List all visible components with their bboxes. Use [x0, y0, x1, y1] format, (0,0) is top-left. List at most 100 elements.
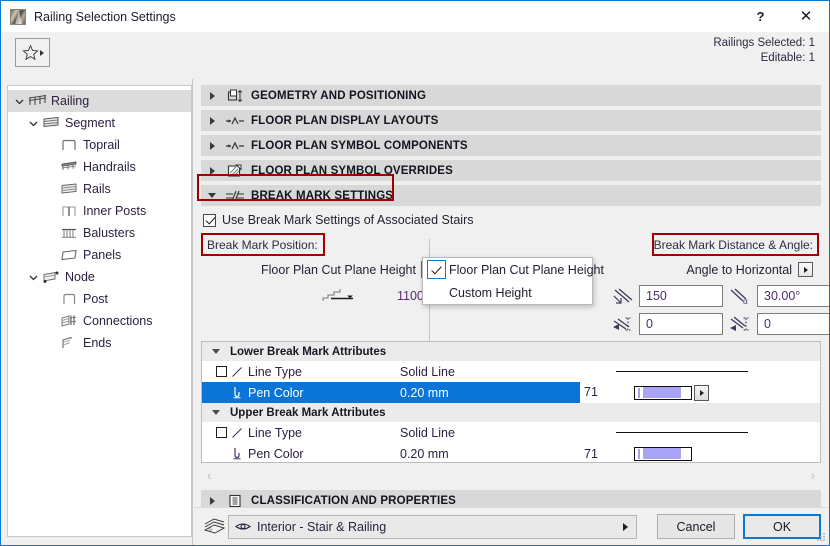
toprail-icon — [58, 138, 80, 152]
triangle-down-icon[interactable] — [202, 349, 230, 354]
dropdown-option-floor-plan-cut-plane-height[interactable]: Floor Plan Cut Plane Height — [423, 258, 604, 281]
chevron-down-icon[interactable] — [26, 116, 40, 130]
triangle-right-icon[interactable] — [201, 91, 223, 100]
cut-plane-height-value: 1100 — [397, 289, 424, 303]
break-mark-icon — [223, 190, 247, 202]
panel-header-label: FLOOR PLAN DISPLAY LAYOUTS — [251, 114, 439, 127]
triangle-right-icon[interactable] — [623, 522, 628, 531]
cancel-label: Cancel — [676, 519, 716, 534]
use-break-mark-settings-checkbox-row[interactable]: Use Break Mark Settings of Associated St… — [203, 211, 821, 229]
sidebar-item-railing[interactable]: Railing — [8, 90, 191, 112]
balusters-icon — [58, 226, 80, 240]
cancel-button[interactable]: Cancel — [657, 514, 735, 539]
favorites-button[interactable] — [15, 38, 50, 67]
line-type-preview — [616, 371, 748, 372]
line-type-checkbox[interactable] — [216, 427, 227, 438]
panel-header-label: GEOMETRY AND POSITIONING — [251, 89, 427, 102]
pen-color-swatch[interactable] — [634, 446, 692, 461]
sidebar-item-node[interactable]: Node — [8, 266, 191, 288]
panel-geometry-and-positioning[interactable]: GEOMETRY AND POSITIONING — [201, 85, 821, 106]
break-mark-angle-input[interactable]: 30.00° — [757, 285, 829, 307]
attribute-group-header-upper[interactable]: Upper Break Mark Attributes — [202, 403, 820, 422]
attribute-group-title: Upper Break Mark Attributes — [230, 406, 386, 419]
chevron-left-icon[interactable]: ‹ — [207, 468, 211, 483]
attribute-pen: 71 — [584, 446, 598, 461]
chevron-down-icon[interactable] — [12, 94, 26, 108]
panel-floor-plan-symbol-overrides[interactable]: FLOOR PLAN SYMBOL OVERRIDES — [201, 160, 821, 181]
sidebar-item-segment[interactable]: Segment — [8, 112, 191, 134]
sidebar-item-panels[interactable]: Panels — [8, 244, 191, 266]
panel-header-label: FLOOR PLAN SYMBOL OVERRIDES — [251, 164, 453, 177]
sidebar-item-balusters[interactable]: Balusters — [8, 222, 191, 244]
sidebar-item-ends[interactable]: Ends — [8, 332, 191, 354]
cut-plane-mode-dropdown-menu[interactable]: Floor Plan Cut Plane Height Custom Heigh… — [422, 257, 604, 305]
sidebar-item-label: Railing — [51, 94, 90, 108]
railing-selection-settings-window: Railing Selection Settings ? ✕ Railings … — [0, 0, 830, 546]
angle-mode-dropdown-button[interactable] — [798, 262, 813, 277]
close-button[interactable]: ✕ — [783, 1, 829, 32]
layer-combo[interactable]: Interior - Stair & Railing — [228, 514, 637, 539]
triangle-right-icon[interactable] — [201, 141, 223, 150]
panel-header-label: CLASSIFICATION AND PROPERTIES — [251, 494, 456, 507]
check-icon — [423, 260, 449, 279]
ok-label: OK — [772, 519, 792, 534]
break-mark-offset-1-input[interactable]: 0 — [639, 313, 723, 335]
sidebar-item-handrails[interactable]: Handrails — [8, 156, 191, 178]
chevron-down-icon[interactable] — [26, 270, 40, 284]
dropdown-option-custom-height[interactable]: Custom Height — [423, 281, 592, 304]
table-row[interactable]: Line Type Solid Line — [202, 422, 820, 443]
attribute-group-title: Lower Break Mark Attributes — [230, 345, 387, 358]
panel-floor-plan-display-layouts[interactable]: FLOOR PLAN DISPLAY LAYOUTS — [201, 110, 821, 131]
railing-icon — [26, 94, 48, 108]
use-break-mark-settings-checkbox[interactable] — [203, 213, 216, 227]
layers-icon — [202, 517, 228, 536]
panel-break-mark-settings[interactable]: BREAK MARK SETTINGS — [201, 185, 821, 206]
symbol-components-icon — [223, 140, 247, 152]
attribute-value: 0.20 mm — [400, 385, 449, 400]
triangle-down-icon[interactable] — [201, 193, 223, 198]
dropdown-option-label: Floor Plan Cut Plane Height — [449, 262, 604, 277]
triangle-right-icon[interactable] — [201, 116, 223, 125]
help-button[interactable]: ? — [738, 1, 783, 32]
sidebar-item-connections[interactable]: Connections — [8, 310, 191, 332]
attribute-value: Solid Line — [400, 364, 455, 379]
triangle-right-icon[interactable] — [201, 166, 223, 175]
sidebar-item-post[interactable]: Post — [8, 288, 191, 310]
angle-mode-label: Angle to Horizontal — [686, 262, 792, 277]
break-mark-angle-value: 30.00° — [764, 289, 801, 303]
attribute-group-header-lower[interactable]: Lower Break Mark Attributes — [202, 342, 820, 361]
panel-floor-plan-symbol-components[interactable]: FLOOR PLAN SYMBOL COMPONENTS — [201, 135, 821, 156]
sidebar-item-label: Connections — [83, 314, 153, 328]
table-row[interactable]: Line Type Solid Line — [202, 361, 820, 382]
sidebar-item-toprail[interactable]: Toprail — [8, 134, 191, 156]
attribute-name: Line Type — [248, 425, 302, 440]
pen-color-dropdown-button[interactable] — [694, 384, 709, 401]
break-mark-offset-2-input[interactable]: 0 — [757, 313, 829, 335]
break-mark-distance-input[interactable]: 150 — [639, 285, 723, 307]
attributes-horizontal-scrollbar[interactable]: ‹ › — [201, 467, 821, 484]
line-type-checkbox[interactable] — [216, 366, 227, 377]
panel-header-label: BREAK MARK SETTINGS — [251, 189, 394, 202]
sidebar-item-label: Panels — [83, 248, 122, 262]
panel-header-label: FLOOR PLAN SYMBOL COMPONENTS — [251, 139, 468, 152]
triangle-down-icon[interactable] — [202, 410, 230, 415]
table-row[interactable]: Pen Color 0.20 mm 71 — [202, 382, 820, 403]
table-row[interactable]: Pen Color 0.20 mm 71 — [202, 443, 820, 462]
selection-info: Railings Selected: 1 Editable: 1 — [713, 36, 815, 66]
break-mark-distance-value: 150 — [646, 289, 667, 303]
chevron-right-icon[interactable]: › — [811, 468, 815, 483]
svg-text:α: α — [743, 296, 748, 306]
line-type-preview — [616, 432, 748, 433]
sidebar-item-rails[interactable]: Rails — [8, 178, 191, 200]
ok-button[interactable]: OK — [743, 514, 821, 539]
railing-app-icon — [10, 8, 26, 25]
close-icon: ✕ — [799, 8, 813, 25]
pen-icon — [230, 447, 244, 460]
sidebar-item-label: Node — [65, 270, 95, 284]
pen-color-swatch[interactable] — [634, 385, 692, 400]
resize-grip[interactable] — [816, 532, 826, 542]
sidebar-item-label: Balusters — [83, 226, 136, 240]
triangle-right-icon[interactable] — [201, 496, 223, 505]
break-angle-icon: α — [729, 287, 753, 310]
sidebar-item-inner-posts[interactable]: Inner Posts — [8, 200, 191, 222]
